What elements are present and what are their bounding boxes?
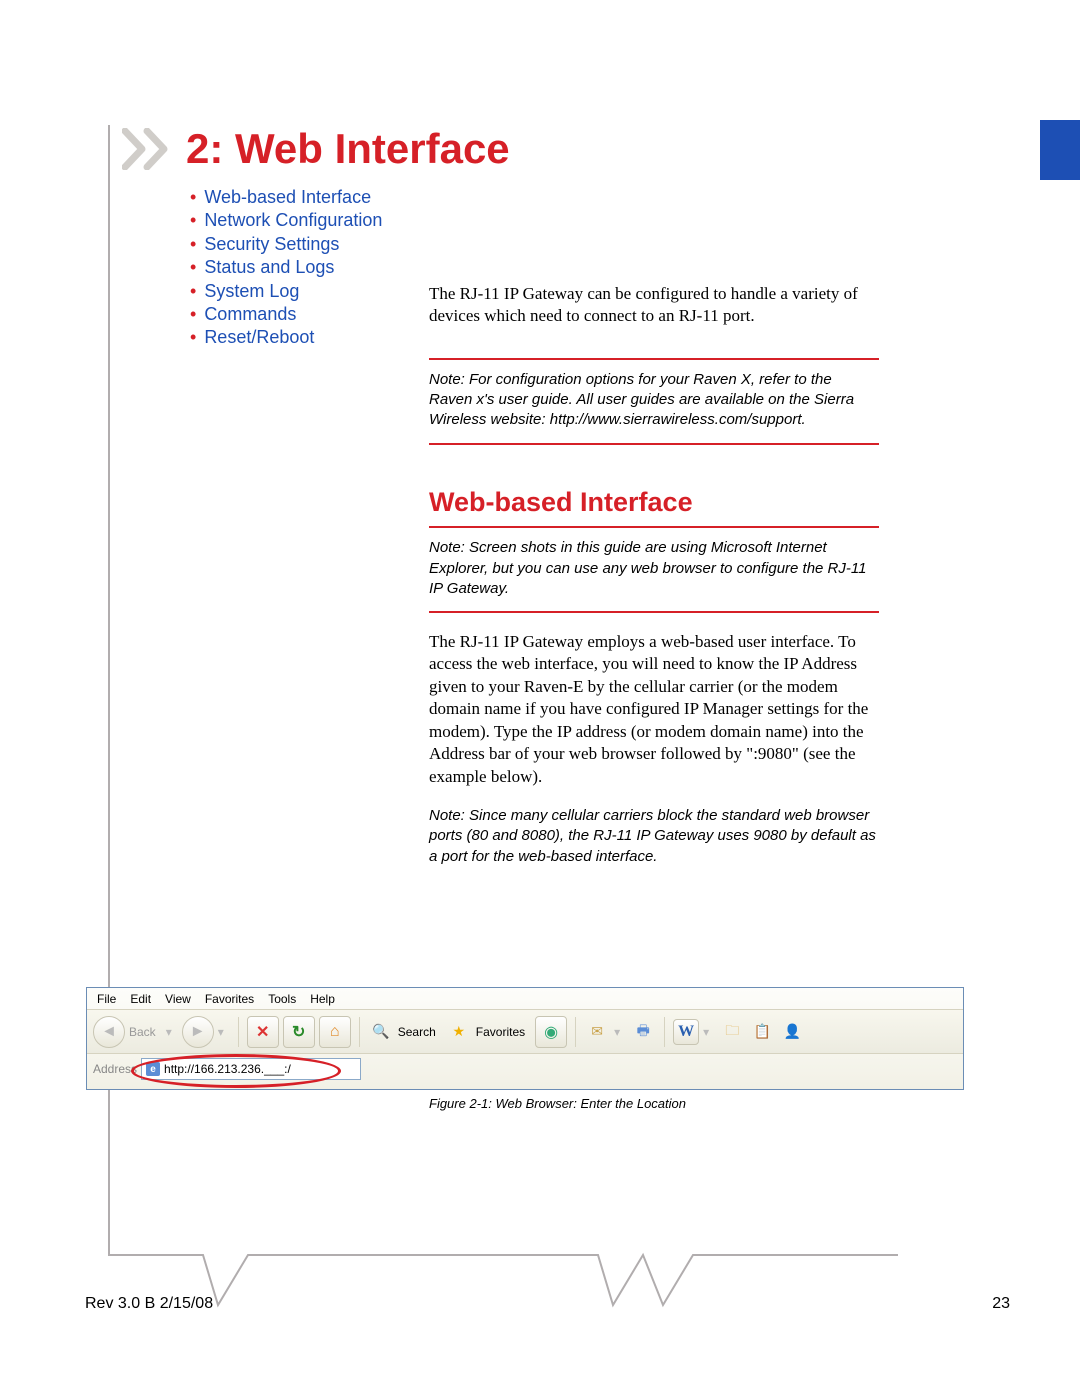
dropdown-icon[interactable]: ▾ (166, 1025, 172, 1039)
note-text: Note: Screen shots in this guide are usi… (429, 538, 879, 599)
section-heading: Web-based Interface (429, 485, 879, 521)
address-label: Address (93, 1062, 137, 1076)
home-button[interactable]: ⌂ (319, 1016, 351, 1048)
ie-toolbar: ◄ Back ▾ ► ▾ ✕ ↻ ⌂ 🔍 Search ★ Favorites … (87, 1010, 963, 1054)
note-rule-top (429, 358, 879, 360)
toc-item[interactable]: • Network Configuration (190, 209, 382, 232)
bullet-icon: • (190, 186, 196, 209)
toc-link[interactable]: System Log (204, 280, 299, 303)
toolbar-separator (238, 1017, 239, 1047)
print-icon[interactable]: 🖶 (630, 1019, 656, 1045)
bullet-icon: • (190, 209, 196, 232)
ie-menu-edit[interactable]: Edit (130, 992, 151, 1006)
messenger-icon[interactable]: 👤 (779, 1019, 805, 1045)
arrow-left-icon: ◄ (101, 1023, 117, 1041)
ie-menu-file[interactable]: File (97, 992, 116, 1006)
search-label[interactable]: Search (398, 1025, 436, 1039)
body-paragraph: The RJ-11 IP Gateway employs a web-based… (429, 631, 879, 788)
chapter-title: 2: Web Interface (186, 125, 510, 173)
intro-paragraph: The RJ-11 IP Gateway can be configured t… (429, 283, 879, 328)
toc-item[interactable]: • Commands (190, 303, 382, 326)
research-icon[interactable]: 📋 (749, 1019, 775, 1045)
ie-menu-view[interactable]: View (165, 992, 191, 1006)
favorites-star-icon[interactable]: ★ (446, 1019, 472, 1045)
bullet-icon: • (190, 233, 196, 256)
toc-link[interactable]: Status and Logs (204, 256, 334, 279)
note-rule-bottom (429, 611, 879, 613)
dropdown-icon[interactable]: ▾ (218, 1025, 224, 1039)
search-icon[interactable]: 🔍 (368, 1019, 394, 1045)
stop-icon: ✕ (256, 1022, 269, 1042)
toc-link[interactable]: Network Configuration (204, 209, 382, 232)
body-column: The RJ-11 IP Gateway can be configured t… (429, 283, 879, 867)
dropdown-icon[interactable]: ▾ (614, 1025, 620, 1039)
bullet-icon: • (190, 280, 196, 303)
figure-browser-screenshot: File Edit View Favorites Tools Help ◄ Ba… (86, 987, 964, 1090)
ie-window: File Edit View Favorites Tools Help ◄ Ba… (86, 987, 964, 1090)
toc-item[interactable]: • Status and Logs (190, 256, 382, 279)
word-icon[interactable]: W (673, 1019, 699, 1045)
back-label: Back (129, 1025, 156, 1039)
figure-caption: Figure 2-1: Web Browser: Enter the Locat… (429, 1096, 686, 1111)
toolbar-separator (359, 1017, 360, 1047)
bullet-icon: • (190, 326, 196, 349)
ie-menu-favorites[interactable]: Favorites (205, 992, 254, 1006)
footer-page-number: 23 (992, 1295, 1010, 1313)
note-rule-top (429, 526, 879, 528)
chapter-chevrons-icon (122, 128, 176, 170)
refresh-icon: ↻ (292, 1022, 305, 1042)
chapter-title-row: 2: Web Interface (128, 125, 510, 173)
refresh-button[interactable]: ↻ (283, 1016, 315, 1048)
bullet-icon: • (190, 303, 196, 326)
dropdown-icon[interactable]: ▾ (703, 1025, 709, 1039)
ie-menu-tools[interactable]: Tools (268, 992, 296, 1006)
toc-link[interactable]: Web-based Interface (204, 186, 371, 209)
toc-item[interactable]: • Web-based Interface (190, 186, 382, 209)
media-icon: ◉ (544, 1022, 558, 1042)
folder-icon[interactable]: 🗀 (719, 1019, 745, 1045)
toc-link[interactable]: Security Settings (204, 233, 339, 256)
toc-item[interactable]: • Security Settings (190, 233, 382, 256)
toc-item[interactable]: • System Log (190, 280, 382, 303)
home-icon: ⌂ (330, 1023, 340, 1041)
stop-button[interactable]: ✕ (247, 1016, 279, 1048)
footer-revision: Rev 3.0 B 2/15/08 (85, 1295, 213, 1313)
ie-menu-help[interactable]: Help (310, 992, 335, 1006)
ie-address-bar-row: Address e http://166.213.236.___:/ (87, 1054, 963, 1084)
toolbar-separator (664, 1017, 665, 1047)
note-rule-bottom (429, 443, 879, 445)
favorites-label[interactable]: Favorites (476, 1025, 525, 1039)
toc-item[interactable]: • Reset/Reboot (190, 326, 382, 349)
ie-menu-bar: File Edit View Favorites Tools Help (87, 988, 963, 1010)
note-text: Note: Since many cellular carriers block… (429, 806, 879, 867)
back-button[interactable]: ◄ (93, 1016, 125, 1048)
forward-button[interactable]: ► (182, 1016, 214, 1048)
page-tab-mark (1040, 120, 1080, 180)
chapter-toc: • Web-based Interface • Network Configurat… (190, 186, 382, 350)
media-button[interactable]: ◉ (535, 1016, 567, 1048)
footer-divider-squiggle (108, 1245, 898, 1315)
toc-link[interactable]: Commands (204, 303, 296, 326)
ie-favicon-icon: e (146, 1062, 160, 1076)
toolbar-separator (575, 1017, 576, 1047)
toc-link[interactable]: Reset/Reboot (204, 326, 314, 349)
bullet-icon: • (190, 256, 196, 279)
address-value: http://166.213.236.___:/ (164, 1062, 291, 1076)
arrow-right-icon: ► (190, 1023, 206, 1041)
mail-icon[interactable]: ✉ (584, 1019, 610, 1045)
note-text: Note: For configuration options for your… (429, 370, 879, 431)
address-input[interactable]: e http://166.213.236.___:/ (141, 1058, 361, 1080)
